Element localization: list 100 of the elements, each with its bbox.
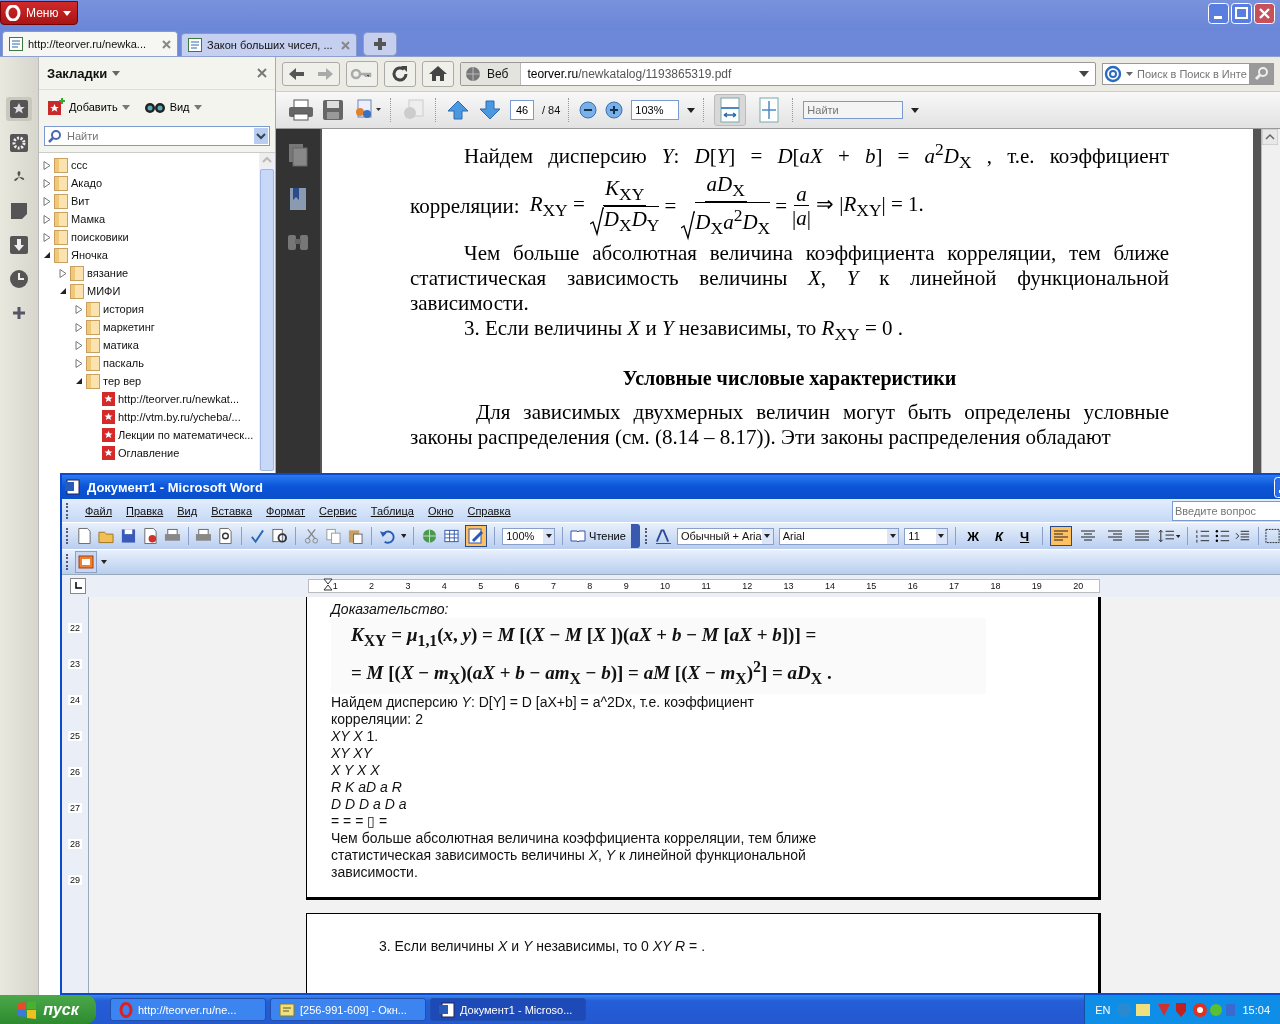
table-icon[interactable] [443,527,461,545]
menu-button[interactable]: Меню [0,1,79,25]
indent-icon[interactable] [1235,529,1251,543]
menu-item[interactable]: Вставка [211,504,252,517]
collapsed-arrow-icon[interactable] [43,196,51,206]
reload-button[interactable] [384,61,416,87]
tab-selector[interactable] [70,578,86,594]
permission-icon[interactable] [141,527,159,545]
bookmark-item[interactable]: вязание [87,267,129,279]
menu-item[interactable]: Формат [266,504,306,517]
font-dropdown[interactable]: Arial [778,527,900,545]
home-button[interactable] [422,61,454,87]
caret-icon[interactable] [400,534,407,538]
globe-icon[interactable] [421,527,439,545]
help-question-field[interactable]: Введите вопрос [1172,500,1280,521]
format-button[interactable]: Ж [962,526,984,546]
bookmark-item[interactable]: маркетинг [103,321,155,333]
menu-item[interactable]: Таблица [370,504,414,517]
bookmark-item[interactable]: Яночка [71,249,108,261]
at-sign-icon[interactable] [1104,65,1134,83]
caret-icon[interactable] [687,107,696,113]
search-field[interactable]: Найти [44,126,270,146]
menu-item[interactable]: Файл [85,504,113,517]
numbered-list-icon[interactable] [1195,529,1211,543]
menu-item[interactable]: Справка [467,504,511,517]
presentation-button[interactable] [75,551,97,573]
bookmark-item[interactable]: Оглавление [118,447,180,459]
panel-title[interactable]: Закладки [47,65,108,81]
address-field[interactable]: Веб teorver.ru/newkatalog/1193865319.pdf [460,62,1096,86]
bookmarks-panel-button[interactable] [6,97,32,121]
taskbar-button[interactable]: Документ1 - Microso... [430,998,586,1021]
collapsed-arrow-icon[interactable] [75,358,83,368]
bookmark-page-icon[interactable] [288,187,308,211]
bookmark-item[interactable]: http://teorver.ru/newkat... [118,393,240,405]
new-page-icon[interactable] [75,527,93,545]
styles-icon[interactable] [655,527,672,545]
preview-icon[interactable] [217,527,235,545]
new-tab-button[interactable] [363,32,397,56]
scrollbar[interactable] [259,153,275,471]
menu-item[interactable]: Сервис [319,504,357,517]
collapsed-arrow-icon[interactable] [75,340,83,350]
scroll-up-icon[interactable] [1262,129,1278,145]
expanded-arrow-icon[interactable] [43,251,51,259]
format-button[interactable]: Ч [1014,526,1035,546]
bookmark-item[interactable]: Вит [71,195,90,207]
bookmark-item[interactable]: Акадо [71,177,103,189]
printer-icon[interactable] [288,99,314,121]
paste-icon[interactable] [346,527,364,545]
web-label[interactable]: Веб [461,63,522,85]
collapsed-arrow-icon[interactable] [75,304,83,314]
down-arrow-button[interactable] [478,99,502,121]
collapsed-arrow-icon[interactable] [43,232,51,242]
taskbar-button[interactable]: http://teorver.ru/ne... [110,998,266,1021]
menu-item[interactable]: Окно [427,504,454,517]
save-icon[interactable] [322,99,344,121]
research-icon[interactable] [271,527,289,545]
start-button[interactable]: пуск [0,995,96,1024]
zoom-dropdown[interactable]: 100% [502,527,556,545]
close-icon[interactable] [162,39,171,49]
style-dropdown[interactable]: Обычный + Aria [676,527,774,545]
caret-icon[interactable] [101,560,107,564]
save-icon[interactable] [119,527,137,545]
close-icon[interactable] [257,68,267,78]
expanded-arrow-icon[interactable] [75,377,83,385]
expanded-arrow-icon[interactable] [59,287,67,295]
pages-icon[interactable] [288,143,308,167]
caret-icon[interactable] [911,107,920,113]
maximize-button[interactable] [1231,2,1252,24]
collapsed-arrow-icon[interactable] [43,214,51,224]
align-left-button[interactable] [1049,526,1072,546]
bookmark-item[interactable]: ccc [71,159,88,171]
pen-page-button[interactable] [465,525,488,547]
bookmark-item[interactable]: http://vtm.by.ru/ycheba/... [118,411,241,423]
toolbar-options-button[interactable] [630,524,641,548]
browser-tab[interactable]: Закон больших чисел, ... [181,33,357,56]
minimize-button[interactable] [1208,2,1229,24]
add-bookmark-button[interactable]: Добавить [47,98,130,116]
dropdown-button[interactable] [254,128,268,144]
taskbar-button[interactable]: [256-991-609] - Окн... [270,998,426,1021]
collapsed-arrow-icon[interactable] [59,268,67,278]
collapsed-arrow-icon[interactable] [75,322,83,332]
bullet-list-icon[interactable] [1215,529,1231,543]
bookmark-item[interactable]: поисковики [71,231,129,243]
page-number-field[interactable]: 46 [510,100,534,120]
fit-width-button[interactable] [714,94,747,126]
bookmark-item[interactable]: Лекции по математическ... [118,429,254,441]
font-size-dropdown[interactable]: 11 [904,527,948,545]
menu-item[interactable]: Вид [177,504,198,517]
zoom-field[interactable]: 103% [631,100,680,120]
indent-marker[interactable] [323,578,333,594]
collapsed-arrow-icon[interactable] [43,160,51,170]
menu-item[interactable]: Правка [126,504,164,517]
dropdown-arrow-icon[interactable] [1079,71,1089,77]
up-arrow-button[interactable] [446,99,470,121]
bookmark-item[interactable]: история [103,303,144,315]
bookmark-item[interactable]: Мамка [71,213,106,225]
bookmark-item[interactable]: матика [103,339,139,351]
reading-button[interactable]: Чтение [570,529,626,543]
scrollbar[interactable] [1261,129,1280,473]
bookmark-item[interactable]: паскаль [103,357,144,369]
